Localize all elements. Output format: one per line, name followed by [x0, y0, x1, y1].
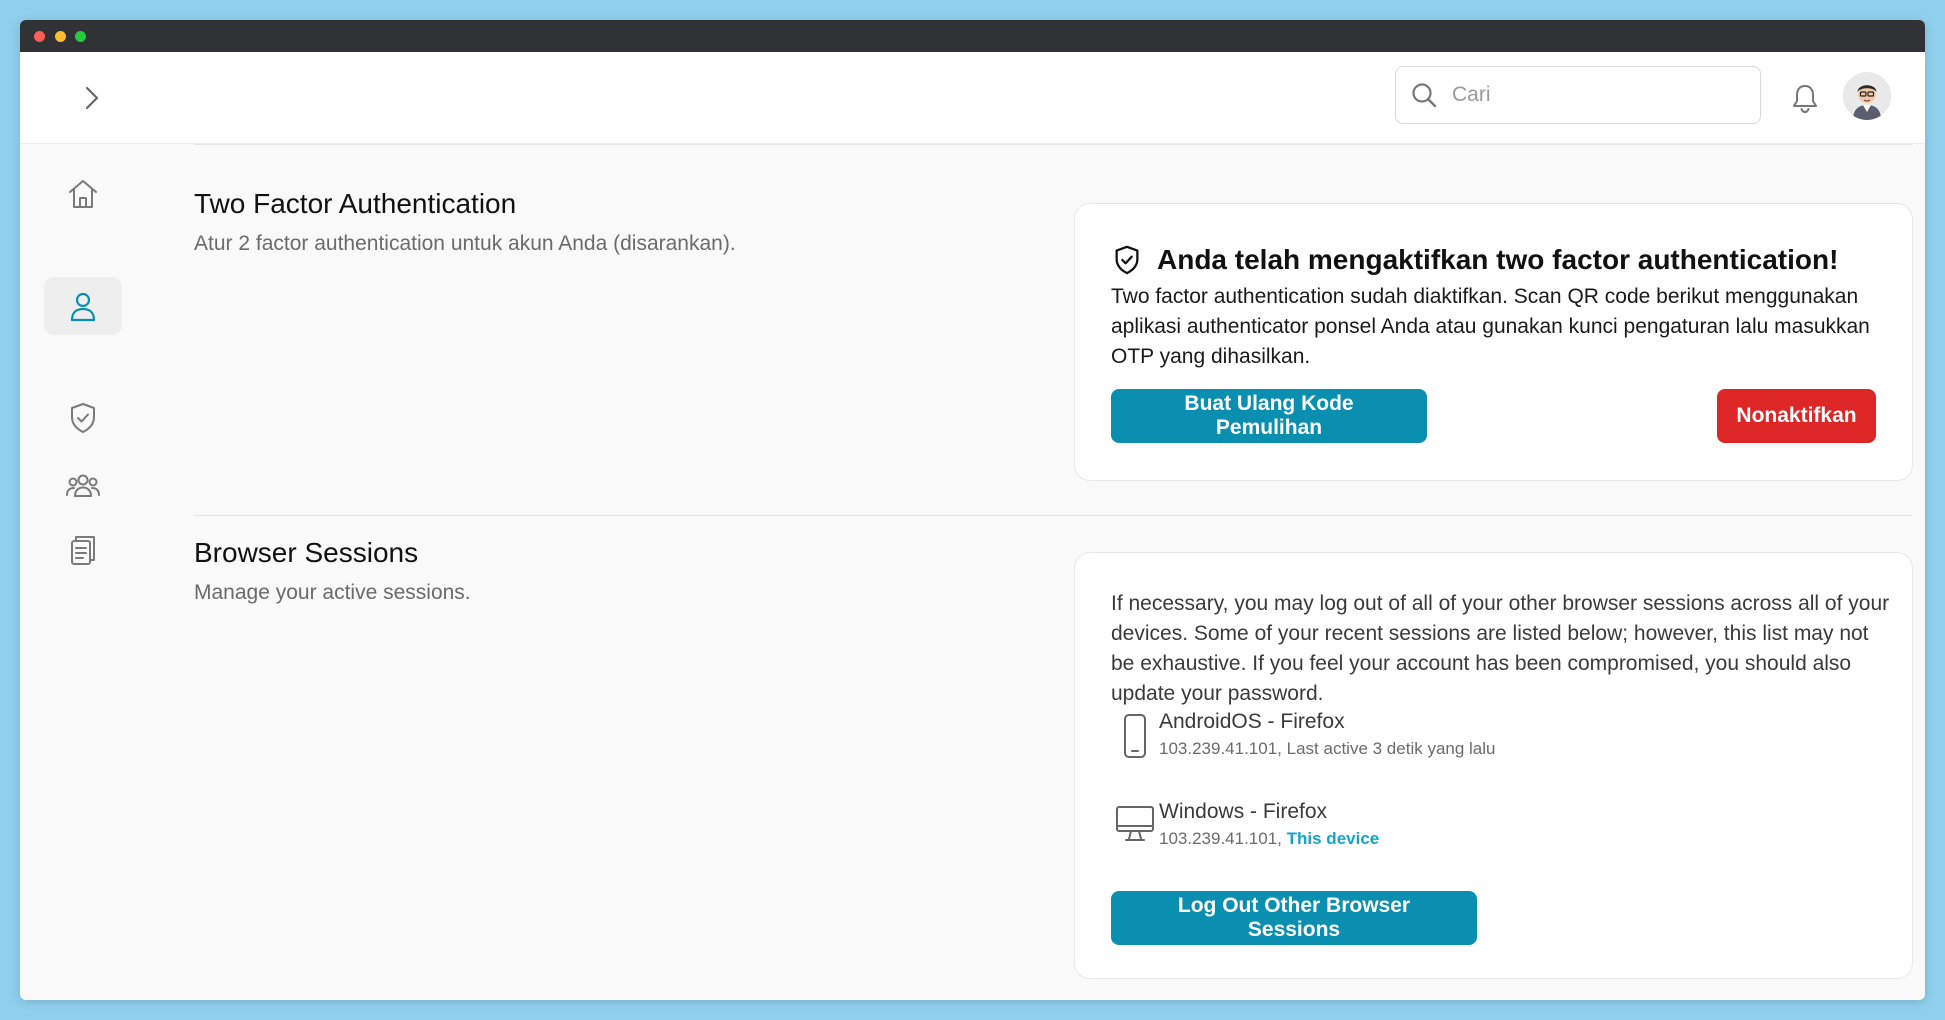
sidebar-item-security[interactable] [44, 389, 122, 447]
regenerate-recovery-codes-button[interactable]: Buat Ulang Kode Pemulihan [1111, 389, 1427, 443]
two-factor-title: Two Factor Authentication [194, 188, 517, 219]
search-box[interactable] [1395, 66, 1761, 124]
browser-sessions-description: Manage your active sessions. [194, 581, 471, 604]
this-device-label: This device [1286, 829, 1380, 848]
sidebar-item-clipboard[interactable] [44, 521, 122, 579]
session-device: AndroidOS - Firefox [1159, 710, 1345, 733]
sidebar-item-team[interactable] [44, 456, 122, 514]
sidebar-expand-button[interactable] [70, 76, 114, 120]
search-input[interactable] [1452, 83, 1742, 107]
maximize-window-button[interactable] [75, 31, 86, 42]
sidebar [20, 144, 150, 1000]
home-icon [69, 180, 97, 208]
mobile-phone-icon [1111, 709, 1159, 759]
clipboard-list-icon [71, 536, 95, 565]
session-status: Last active 3 detik yang lalu [1286, 739, 1496, 758]
sidebar-item-home[interactable] [44, 165, 122, 223]
session-meta: 103.239.41.101, Last active 3 detik yang… [1159, 735, 1496, 763]
avatar[interactable] [1843, 72, 1891, 120]
chevron-right-icon [85, 86, 99, 110]
session-device: Windows - Firefox [1159, 800, 1328, 823]
two-factor-status-heading: Anda telah mengaktifkan two factor authe… [1157, 244, 1839, 275]
logout-other-sessions-button[interactable]: Log Out Other Browser Sessions [1111, 891, 1477, 945]
sidebar-item-profile[interactable] [44, 277, 122, 335]
divider [194, 144, 1913, 145]
window-titlebar [20, 20, 1925, 52]
divider [194, 515, 1913, 516]
browser-sessions-card: If necessary, you may log out of all of … [1074, 552, 1913, 979]
search-icon [1396, 81, 1452, 109]
two-factor-card: Anda telah mengaktifkan two factor authe… [1074, 203, 1913, 481]
session-item: Windows - Firefox 103.239.41.101, This d… [1111, 799, 1379, 853]
bell-icon [1793, 85, 1817, 114]
session-meta: 103.239.41.101, This device [1159, 825, 1379, 853]
disable-two-factor-button[interactable]: Nonaktifkan [1717, 389, 1876, 443]
session-ip: 103.239.41.101, [1159, 739, 1282, 758]
close-window-button[interactable] [34, 31, 45, 42]
user-icon [70, 292, 96, 322]
two-factor-status-body: Two factor authentication sudah diaktifk… [1111, 285, 1870, 368]
notifications-button[interactable] [1785, 78, 1825, 118]
shield-check-icon [1115, 245, 1139, 275]
minimize-window-button[interactable] [55, 31, 66, 42]
browser-sessions-info: If necessary, you may log out of all of … [1111, 592, 1890, 705]
browser-sessions-title: Browser Sessions [194, 537, 419, 568]
desktop-icon [1111, 799, 1159, 845]
user-avatar-icon [1843, 72, 1891, 120]
shield-check-icon [71, 403, 95, 433]
session-item: AndroidOS - Firefox 103.239.41.101, Last… [1111, 709, 1496, 763]
two-factor-description: Atur 2 factor authentication untuk akun … [194, 232, 736, 255]
users-group-icon [66, 474, 100, 497]
session-ip: 103.239.41.101, [1159, 829, 1282, 848]
top-bar [20, 52, 1925, 144]
app-window: Two Factor Authentication Atur 2 factor … [20, 20, 1925, 1000]
